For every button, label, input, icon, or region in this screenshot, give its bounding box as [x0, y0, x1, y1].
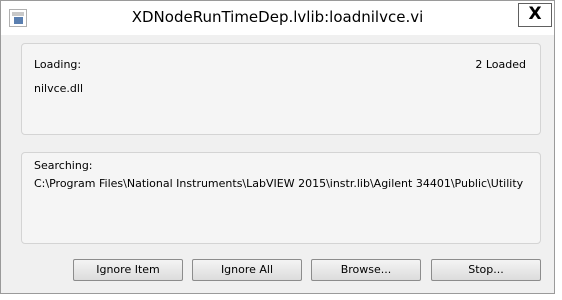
- searching-label: Searching:: [34, 159, 93, 172]
- loading-item: nilvce.dll: [34, 82, 84, 95]
- window-title: XDNodeRunTimeDep.lvlib:loadnilvce.vi: [131, 8, 424, 26]
- stop-button[interactable]: Stop...: [431, 259, 541, 281]
- title-bar[interactable]: XDNodeRunTimeDep.lvlib:loadnilvce.vi X: [1, 1, 554, 35]
- labview-app-icon: [9, 9, 27, 27]
- close-button[interactable]: X: [518, 3, 552, 27]
- searching-panel: Searching: C:\Program Files\National Ins…: [21, 152, 541, 244]
- search-path: C:\Program Files\National Instruments\La…: [34, 177, 524, 190]
- load-progress-dialog: XDNodeRunTimeDep.lvlib:loadnilvce.vi X L…: [0, 0, 555, 294]
- loaded-count: 2 Loaded: [475, 58, 526, 71]
- browse-button[interactable]: Browse...: [311, 259, 421, 281]
- ignore-item-button[interactable]: Ignore Item: [73, 259, 183, 281]
- loading-panel: Loading: 2 Loaded nilvce.dll: [21, 43, 541, 135]
- ignore-all-button[interactable]: Ignore All: [192, 259, 302, 281]
- loading-label: Loading:: [34, 58, 82, 71]
